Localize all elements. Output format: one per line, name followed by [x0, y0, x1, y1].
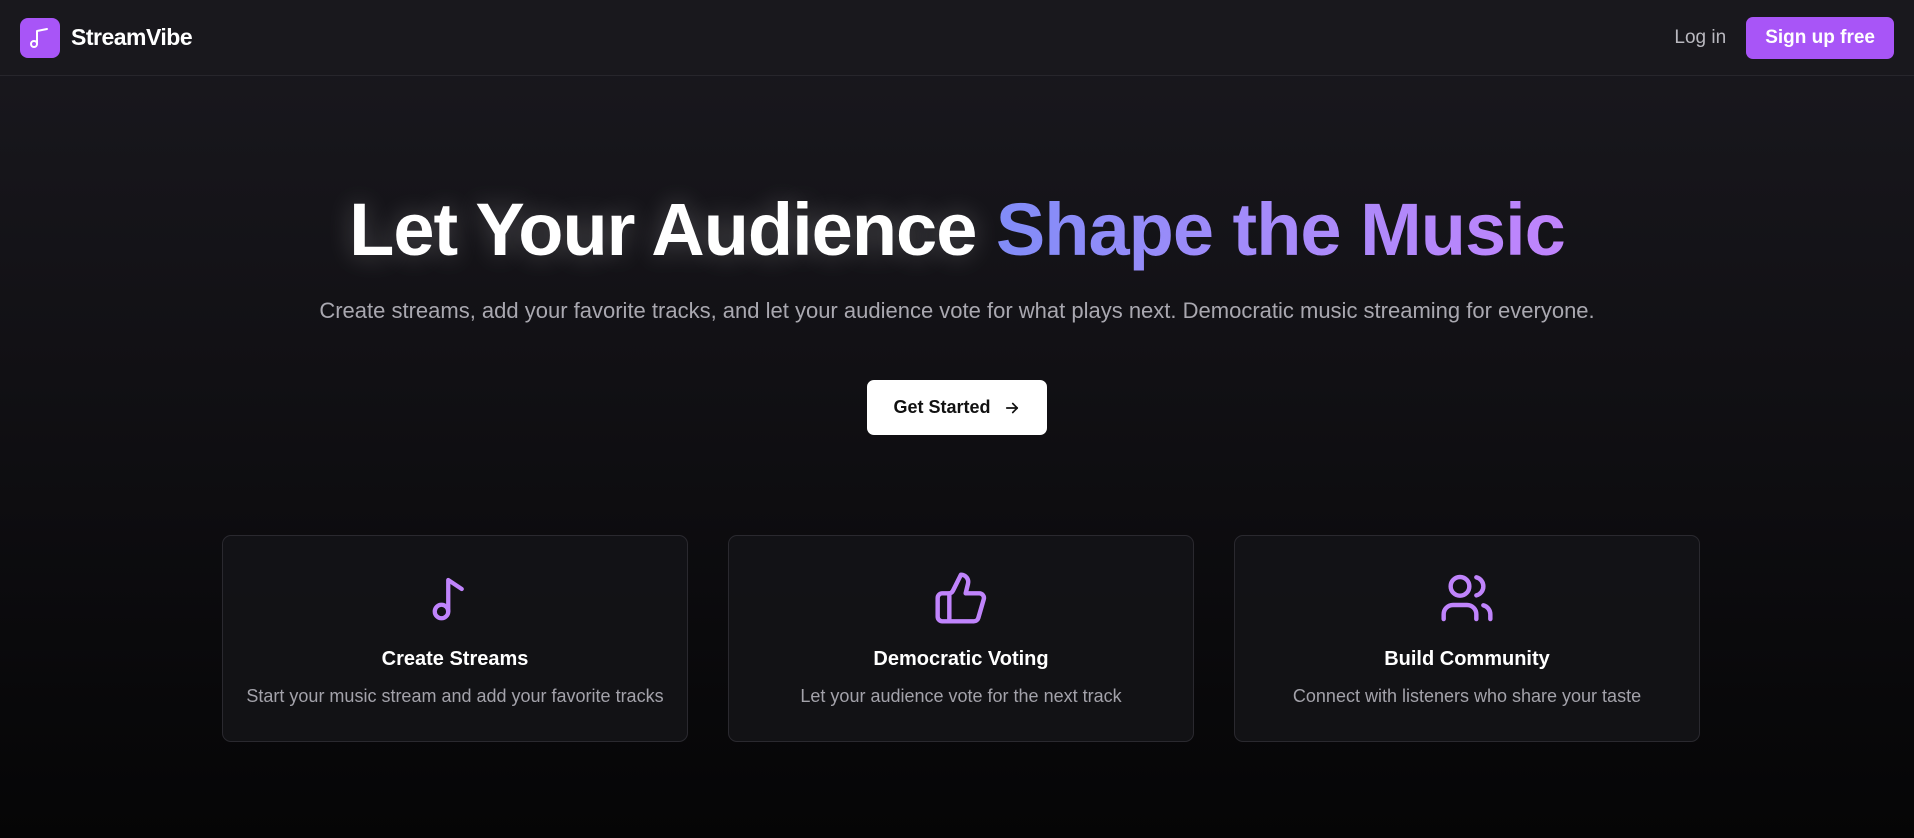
users-icon — [1441, 574, 1493, 622]
music-note-icon — [30, 27, 48, 48]
feature-title: Create Streams — [381, 648, 529, 670]
feature-description: Let your audience vote for the next trac… — [800, 686, 1122, 706]
hero: Let Your Audience Shape the Music Create… — [0, 190, 1914, 324]
feature-card-create-streams: Create Streams Start your music stream a… — [222, 535, 688, 742]
brand[interactable]: StreamVibe — [20, 17, 193, 58]
hero-title-plain: Let Your Audience — [349, 188, 996, 271]
feature-description: Connect with listeners who share your ta… — [1292, 686, 1642, 706]
hero-subtitle: Create streams, add your favorite tracks… — [319, 298, 1595, 323]
feature-card-democratic-voting: Democratic Voting Let your audience vote… — [728, 535, 1194, 742]
card-icon-container — [932, 569, 990, 627]
get-started-button[interactable]: Get Started — [867, 380, 1047, 435]
cta-container: Get Started — [0, 380, 1914, 435]
thumbs-up-icon — [935, 572, 987, 624]
brand-name: StreamVibe — [71, 24, 193, 50]
card-icon-container — [1438, 569, 1496, 627]
login-link[interactable]: Log in — [1674, 27, 1726, 49]
get-started-label: Get Started — [893, 397, 991, 417]
feature-description: Start your music stream and add your fav… — [246, 686, 664, 706]
feature-card-build-community: Build Community Connect with listeners w… — [1234, 535, 1700, 742]
signup-button[interactable]: Sign up free — [1746, 16, 1894, 59]
arrow-right-icon — [1005, 402, 1018, 413]
feature-title: Build Community — [1384, 648, 1550, 670]
feature-title: Democratic Voting — [873, 648, 1049, 670]
card-icon-container — [426, 569, 484, 627]
nav-actions: Log in Sign up free — [1674, 16, 1894, 59]
hero-title-accent: Shape the Music — [995, 188, 1566, 271]
features-section: Create Streams Start your music stream a… — [222, 535, 1700, 742]
music-note-icon — [432, 577, 464, 621]
top-navbar: StreamVibe Log in Sign up free — [0, 0, 1914, 76]
hero-title: Let Your Audience Shape the Music — [0, 190, 1914, 270]
logo — [20, 17, 60, 58]
